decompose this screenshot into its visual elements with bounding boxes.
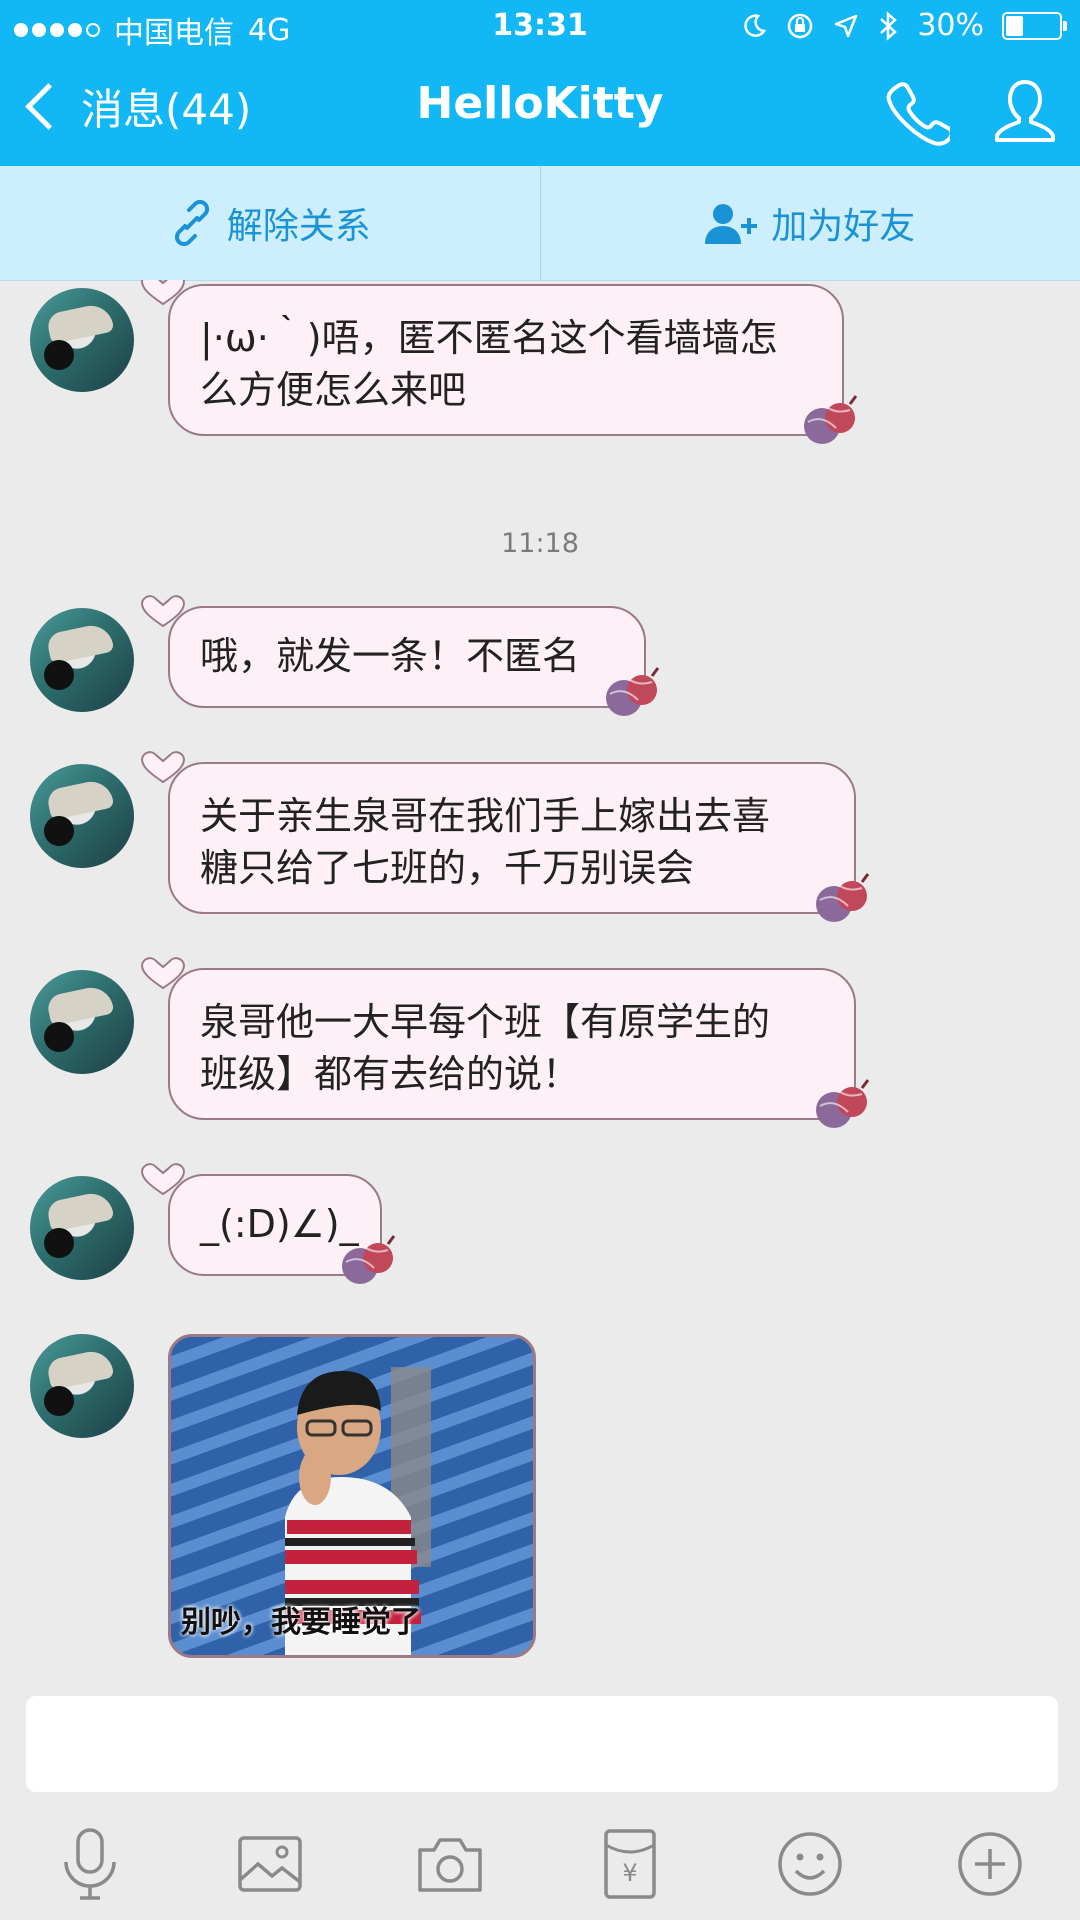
top-bar: 中国电信 4G 13:31 30% 消息(44) HelloKitty (0, 0, 1080, 166)
message-input[interactable] (26, 1696, 1058, 1792)
nav-bar: 消息(44) HelloKitty (0, 54, 1080, 166)
yarn-ball-icon (804, 395, 858, 444)
heart-icon (140, 280, 186, 306)
emoji-icon (778, 1832, 842, 1896)
location-icon (835, 14, 858, 37)
add-friend-label: 加为好友 (771, 206, 916, 247)
add-friend-button[interactable]: 加为好友 (541, 166, 1080, 280)
heart-icon (140, 1163, 186, 1196)
red-packet-icon: ¥ (604, 1829, 656, 1899)
status-bar: 中国电信 4G 13:31 30% (0, 0, 1080, 54)
heart-icon (140, 957, 186, 990)
bluetooth-icon (880, 10, 898, 41)
toolbar: ¥ (0, 1814, 1080, 1914)
message-text: 哦，就发一条！不匿名 (200, 634, 581, 678)
avatar[interactable] (30, 288, 134, 392)
heart-icon (140, 595, 186, 628)
message-bubble[interactable]: 哦，就发一条！不匿名 (140, 595, 660, 716)
moon-icon (744, 13, 767, 37)
profile-icon[interactable] (990, 76, 1060, 146)
avatar[interactable] (30, 1334, 134, 1438)
image-message[interactable]: 别吵，我要睡觉了 (168, 1334, 536, 1658)
unlink-label: 解除关系 (226, 206, 371, 247)
link-broken-icon (174, 200, 209, 246)
avatar[interactable] (30, 970, 134, 1074)
image-button[interactable] (230, 1824, 310, 1904)
message-bubble[interactable]: 关于亲生泉哥在我们手上嫁出去喜 糖只给了七班的，千万别误会 (140, 751, 870, 922)
message-text: |·ω·｀)唔，匿不匿名这个看墙墙怎 么方便怎么来吧 (200, 316, 778, 412)
svg-text:¥: ¥ (622, 1859, 637, 1887)
camera-icon (418, 1838, 482, 1892)
message-text: 关于亲生泉哥在我们手上嫁出去喜 糖只给了七班的，千万别误会 (200, 794, 771, 890)
yarn-ball-icon (606, 667, 660, 716)
rotation-lock-icon (788, 13, 813, 38)
battery-icon (1002, 11, 1067, 40)
battery-percent: 30% (917, 8, 984, 43)
message-list[interactable]: |·ω·｀)唔，匿不匿名这个看墙墙怎 么方便怎么来吧 11:18 哦，就发一条！… (0, 280, 1080, 1684)
message-text: _(:D)∠)_ (200, 1202, 359, 1246)
mic-icon (64, 1828, 116, 1900)
mic-button[interactable] (50, 1824, 130, 1904)
image-icon (238, 1836, 302, 1892)
more-button[interactable] (950, 1824, 1030, 1904)
message-bubble[interactable]: 泉哥他一大早每个班【有原学生的 班级】都有去给的说！ (140, 957, 870, 1128)
yarn-ball-icon (816, 1079, 870, 1128)
avatar[interactable] (30, 1176, 134, 1280)
plus-icon (958, 1832, 1022, 1896)
camera-button[interactable] (410, 1824, 490, 1904)
unlink-button[interactable]: 解除关系 (0, 166, 540, 280)
avatar[interactable] (30, 608, 134, 712)
heart-icon (140, 751, 186, 784)
phone-icon[interactable] (880, 76, 950, 146)
yarn-ball-icon (342, 1235, 396, 1284)
image-caption: 别吵，我要睡觉了 (181, 1605, 421, 1640)
message-text: 泉哥他一大早每个班【有原学生的 班级】都有去给的说！ (200, 1000, 771, 1096)
avatar[interactable] (30, 764, 134, 868)
input-area: ¥ (0, 1684, 1080, 1920)
red-packet-button[interactable]: ¥ (590, 1824, 670, 1904)
yarn-ball-icon (816, 873, 870, 922)
timestamp: 11:18 (501, 528, 579, 559)
emoji-button[interactable] (770, 1824, 850, 1904)
message-bubble[interactable]: |·ω·｀)唔，匿不匿名这个看墙墙怎 么方便怎么来吧 (140, 280, 858, 444)
status-right: 30% (741, 8, 1067, 43)
add-user-icon (705, 204, 758, 244)
relation-bar: 解除关系 加为好友 (0, 166, 1080, 281)
message-bubble[interactable]: _(:D)∠)_ (140, 1163, 396, 1284)
